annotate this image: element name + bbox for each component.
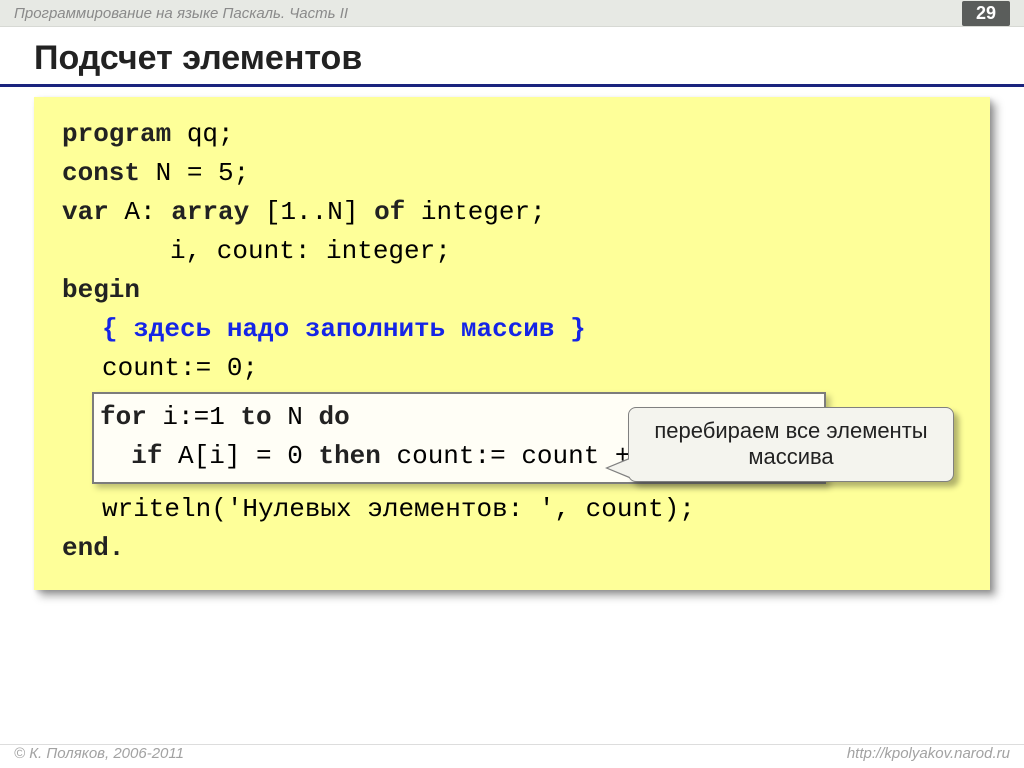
slide-title: Подсчет элементов — [0, 27, 1024, 87]
code-content: program qq; const N = 5; var A: array [1… — [62, 115, 962, 568]
callout-annotation: перебираем все элементы массива — [628, 407, 954, 482]
slide-header: Программирование на языке Паскаль. Часть… — [0, 0, 1024, 27]
keyword-if: if — [131, 441, 162, 471]
code-comment: { здесь надо заполнить массив } — [62, 310, 586, 349]
slide-number: 29 — [962, 1, 1010, 26]
code-block: program qq; const N = 5; var A: array [1… — [34, 97, 990, 590]
slide: Программирование на языке Паскаль. Часть… — [0, 0, 1024, 768]
copyright: © К. Поляков, 2006-2011 — [14, 745, 184, 762]
keyword-program: program — [62, 119, 171, 149]
keyword-var: var — [62, 197, 109, 227]
presentation-title: Программирование на языке Паскаль. Часть… — [14, 5, 348, 22]
keyword-begin: begin — [62, 275, 140, 305]
footer-url: http://kpolyakov.narod.ru — [847, 745, 1010, 762]
slide-footer: © К. Поляков, 2006-2011 http://kpolyakov… — [0, 744, 1024, 762]
keyword-for: for — [100, 402, 147, 432]
keyword-end: end. — [62, 533, 124, 563]
keyword-const: const — [62, 158, 140, 188]
